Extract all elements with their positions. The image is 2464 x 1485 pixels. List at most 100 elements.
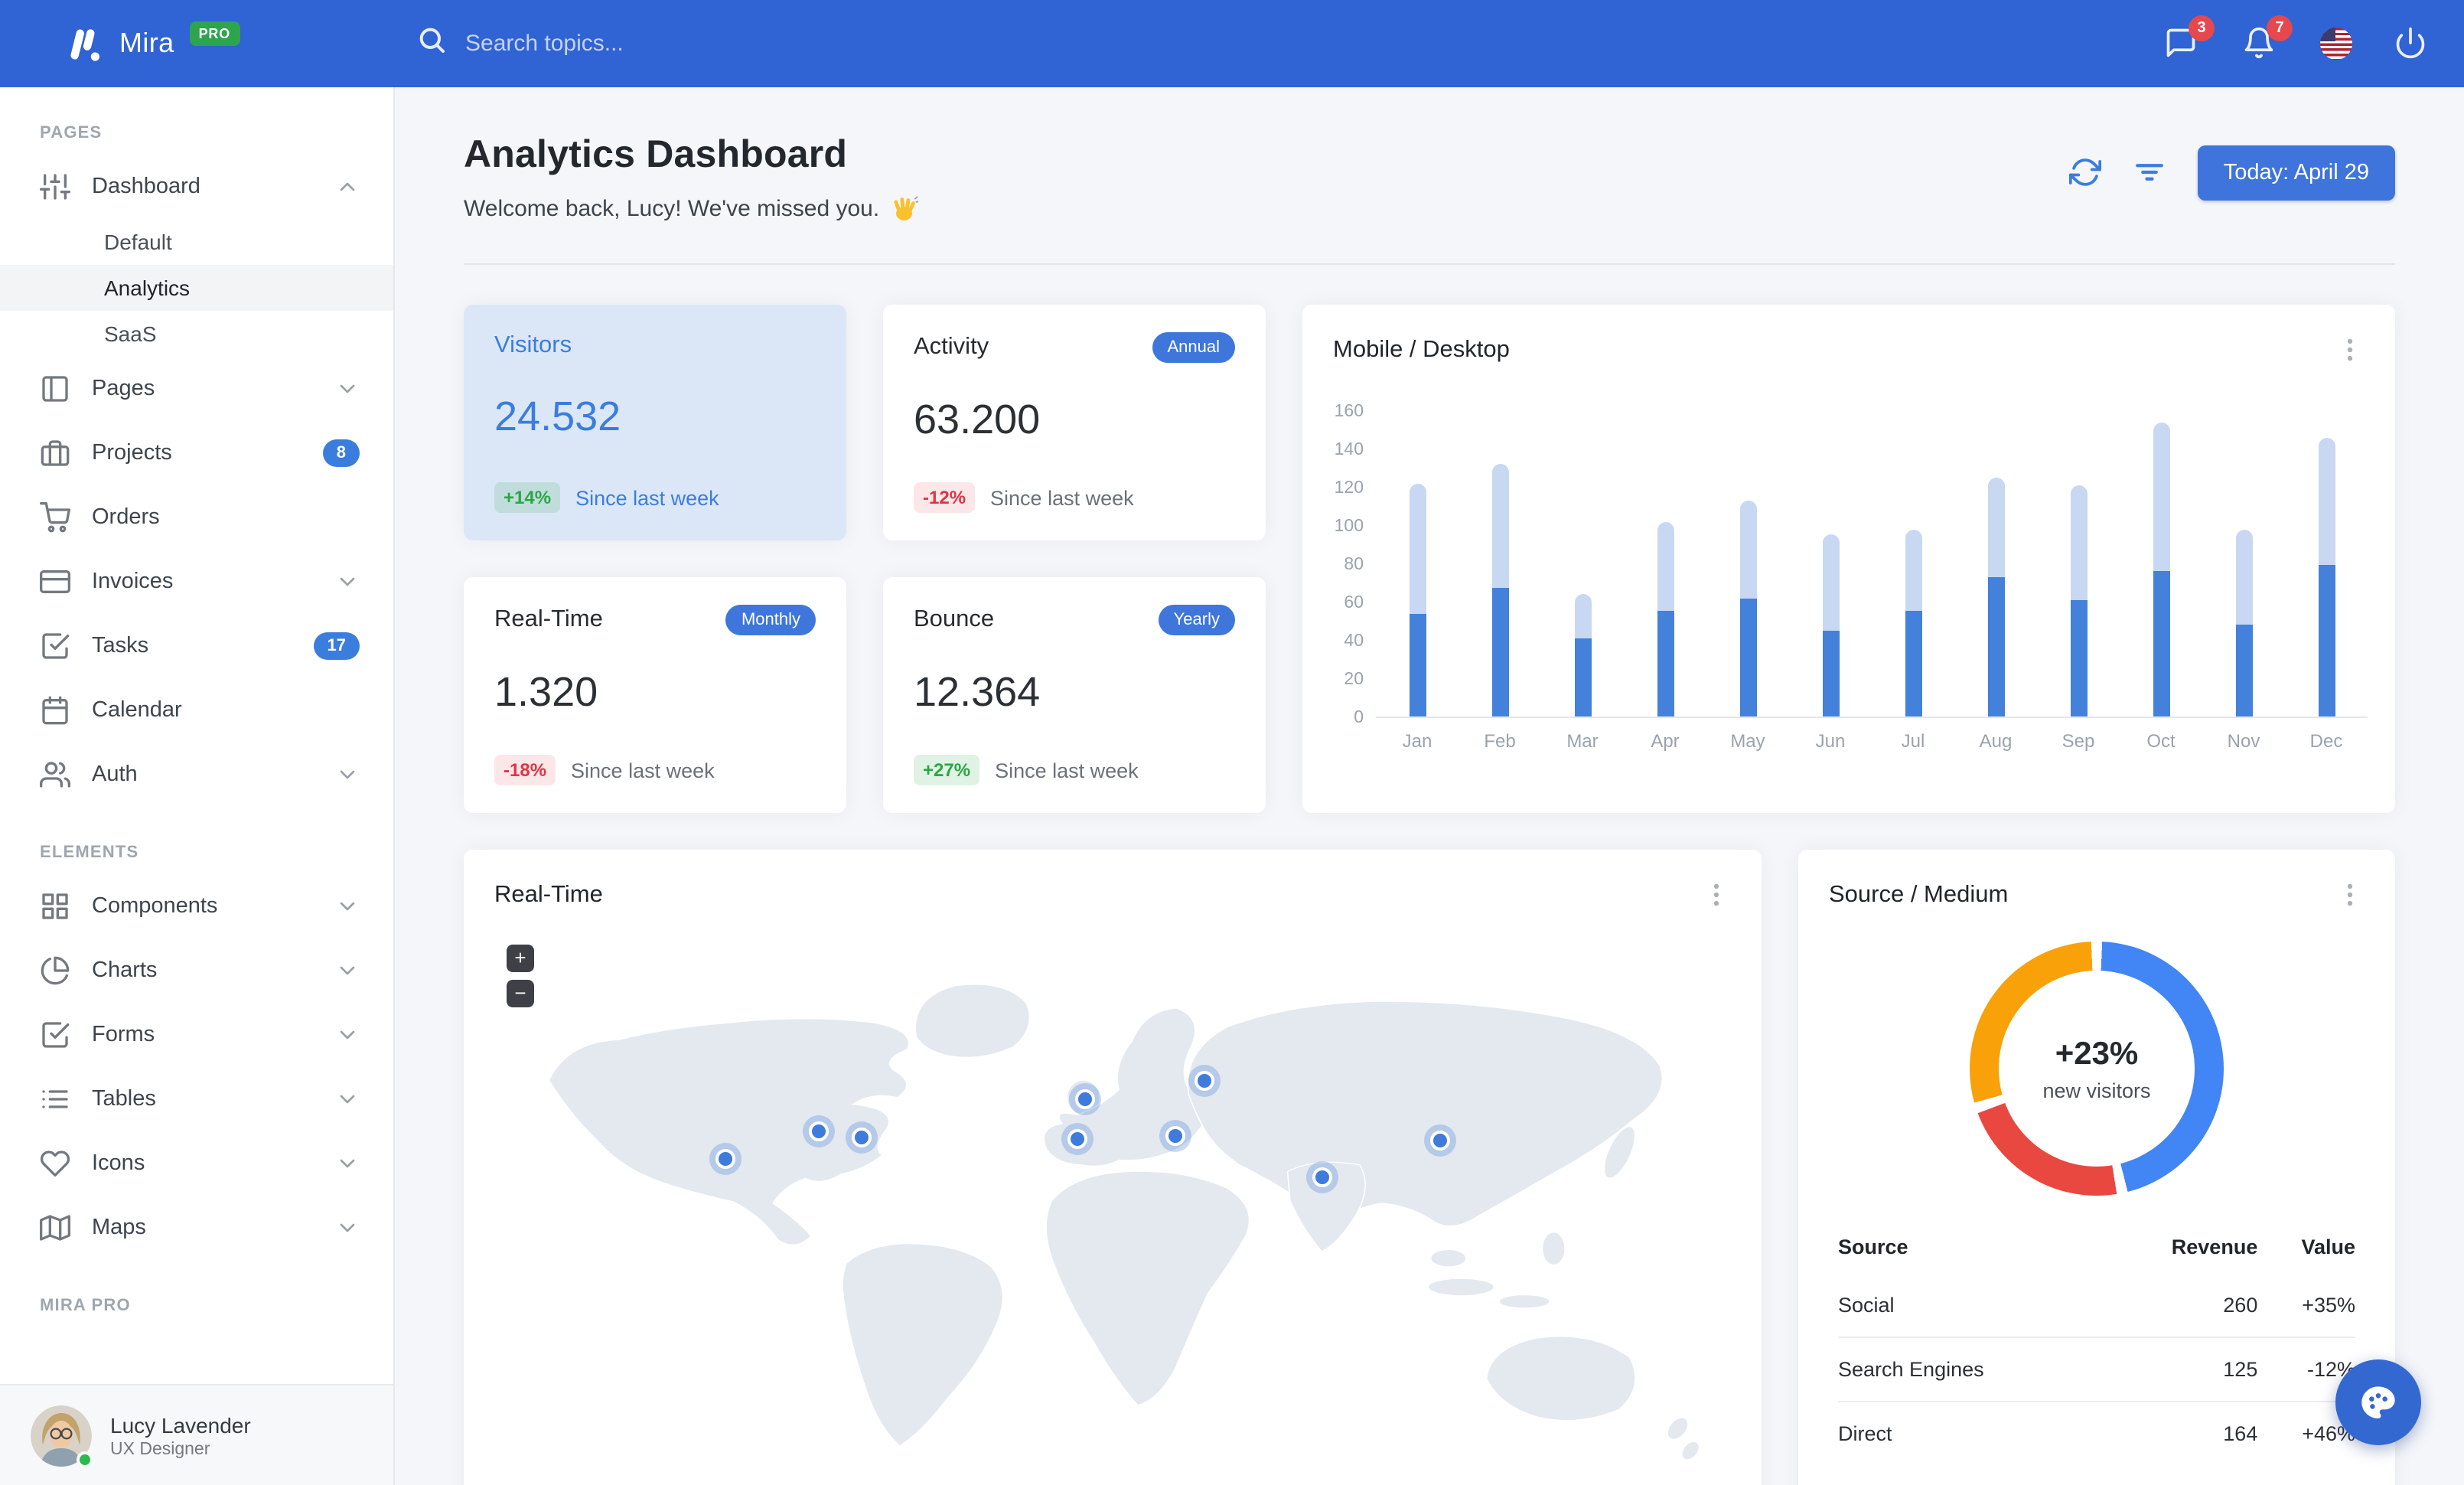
map-marker [852,1128,872,1148]
online-status-dot [77,1451,93,1467]
sidebar-item-auth[interactable]: Auth [0,742,393,807]
donut-center-label: new visitors [2042,1079,2151,1102]
bar-segment-mobile [1822,630,1839,716]
sidebar-item-forms[interactable]: Forms [0,1003,393,1067]
list-icon [40,1084,70,1115]
bar-segment-mobile [1409,613,1426,716]
x-axis-label: Aug [1979,730,2013,752]
sidebar-item-maps[interactable]: Maps [0,1196,393,1260]
sidebar-item-charts[interactable]: Charts [0,938,393,1003]
sidebar-item-label: Invoices [92,570,174,594]
map-menu-button[interactable] [1700,880,1731,911]
map-marker [1429,1131,1450,1151]
bar-stack [2235,529,2252,716]
sidebar-item-tables[interactable]: Tables [0,1067,393,1131]
x-axis-label: May [1730,730,1765,752]
sidebar-item-projects[interactable]: Projects 8 [0,421,393,485]
source-table-header: Value [2301,1235,2355,1258]
sidebar-subitem-analytics[interactable]: Analytics [0,265,393,311]
x-axis-label: Jun [1815,730,1846,752]
sidebar-item-invoices[interactable]: Invoices [0,550,393,614]
mobile-desktop-chart-card: Mobile / Desktop 0 20 40 60 80 100 120 140 160 J… [1302,305,2395,813]
sidebar-item-orders[interactable]: Orders [0,485,393,550]
sidebar-item-label: Icons [92,1151,145,1176]
bar-nov [2202,412,2285,716]
sidebar-subitem-default[interactable]: Default [0,219,393,265]
shopping-cart-icon [40,502,71,533]
x-axis-label: Nov [2227,730,2260,752]
wave-emoji-icon [893,196,918,220]
bar-segment-mobile [1491,588,1508,716]
bar-segment-desktop [1409,483,1426,613]
header-divider [464,263,2395,265]
stat-card-header: Bounce Yearly [914,605,1235,635]
palette-icon [2361,1386,2395,1419]
donut-center: +23% new visitors [1999,971,2195,1167]
map-zoom-in-button[interactable]: + [507,945,534,972]
theme-settings-fab[interactable] [2335,1359,2421,1445]
sidebar-subitem-saas[interactable]: SaaS [0,311,393,357]
chevron-down-icon [335,762,360,787]
sidebar-section-elements: ELEMENTS [40,844,139,862]
bar-chart-y-axis: 0 20 40 60 80 100 120 140 160 [1321,403,1376,727]
realtime-map-card: Real-Time + − [464,850,1762,1485]
pie-chart-icon [40,955,70,986]
sidebar-item-tasks[interactable]: Tasks 17 [0,614,393,678]
bar-segment-desktop [1987,477,2004,577]
bar-stack [1409,483,1426,716]
stat-title: Real-Time [494,606,603,632]
x-axis-label: Dec [2309,730,2343,752]
stat-delta-chip: +27% [914,755,980,785]
bar-jul [1872,412,1954,716]
map-zoom-out-button[interactable]: − [507,980,534,1007]
y-axis-tick: 160 [1334,403,1364,421]
y-axis-tick: 0 [1354,709,1364,727]
chart-menu-button[interactable] [2334,335,2365,366]
brand[interactable]: Mira PRO [0,21,395,64]
user-role: UX Designer [110,1440,210,1458]
kebab-icon [2346,338,2352,361]
stat-value: 1.320 [494,669,598,715]
bar-stack [2070,485,2087,716]
bar-stack [1574,594,1591,716]
grid-icon [40,891,70,922]
sidebar-item-pages[interactable]: Pages [0,357,393,421]
stat-footer: -18% Since last week [494,755,816,785]
sign-out-button[interactable] [2394,25,2430,62]
source-medium-card: Source / Medium +23% new visitors Source… [1798,850,2395,1485]
page-header: Analytics Dashboard Welcome back, Lucy! … [464,133,2395,224]
filter-button[interactable] [2133,156,2167,190]
map-icon [40,1212,71,1243]
bar-jun [1789,412,1872,716]
sidebar-item-label: Components [92,894,218,919]
sidebar-item-icons[interactable]: Icons [0,1131,393,1196]
notifications-button[interactable]: 7 [2242,15,2293,62]
bar-segment-mobile [1905,611,1921,716]
chevron-down-icon [335,570,360,594]
bar-stack [2318,437,2335,716]
stat-card-real-time: Real-Time Monthly 1.320 -18% Since last week [464,577,846,813]
stat-card-header: Visitors [494,332,816,360]
date-range-button[interactable]: Today: April 29 [2197,145,2395,201]
sidebar-user[interactable]: Lucy Lavender UX Designer [0,1384,393,1485]
messages-button[interactable]: 3 [2164,15,2215,62]
refresh-button[interactable] [2069,156,2103,190]
stat-value: 24.532 [494,393,621,439]
source-table-header: Revenue [2171,1235,2258,1258]
header-actions: Today: April 29 [2069,145,2395,201]
stat-card-header: Activity Annual [914,332,1235,363]
bar-segment-desktop [1739,500,1756,598]
search-icon [416,24,447,63]
sidebar-section-mira-pro: MIRA PRO [40,1297,131,1315]
stat-delta-chip: -18% [494,755,556,785]
sidebar-item-components[interactable]: Components [0,874,393,938]
search-input[interactable] [465,31,924,57]
y-axis-tick: 100 [1334,517,1364,536]
sidebar-item-dashboard[interactable]: Dashboard [0,155,393,219]
map-card-title: Real-Time [494,882,603,908]
language-flag-icon[interactable] [2320,28,2352,60]
sidebar-item-calendar[interactable]: Calendar [0,678,393,742]
bar-chart-x-axis: Jan Feb Mar Apr May Jun Jul Aug Sep Oct Nov Dec [1376,730,2368,752]
source-menu-button[interactable] [2334,880,2365,911]
stat-period-badge: Annual [1152,332,1235,363]
